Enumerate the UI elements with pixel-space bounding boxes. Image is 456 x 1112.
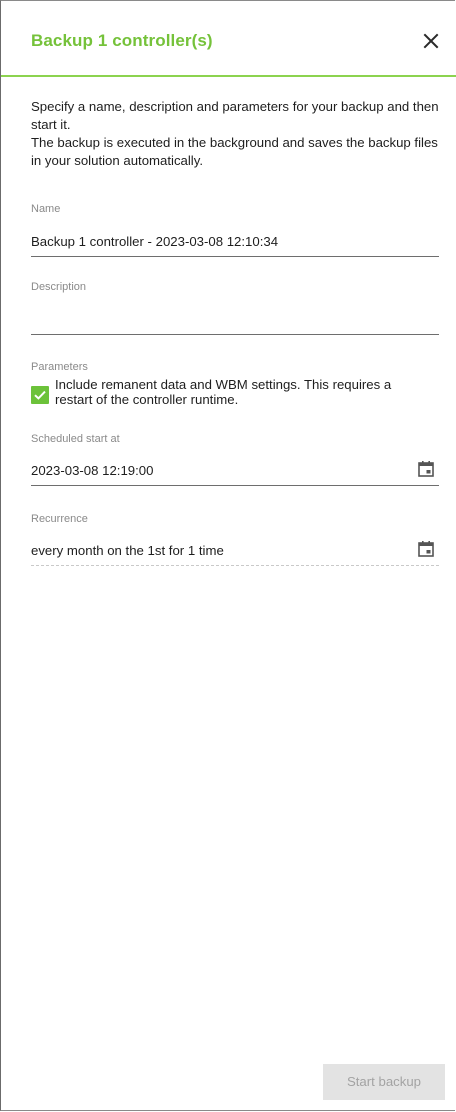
name-field[interactable]: Backup 1 controller - 2023-03-08 12:10:3… [31,227,439,257]
description-field[interactable] [31,305,439,335]
remanent-data-label: Include remanent data and WBM settings. … [55,377,392,407]
close-icon [423,33,439,49]
recurrence-field[interactable]: every month on the 1st for 1 time [31,536,439,566]
start-backup-button[interactable]: Start backup [323,1064,445,1100]
schedule-value: 2023-03-08 12:19:00 [31,463,154,478]
name-value: Backup 1 controller - 2023-03-08 12:10:3… [31,234,279,249]
description-label: Description [31,281,87,293]
calendar-icon[interactable] [417,540,435,558]
intro-line-2: The backup is executed in the background… [31,135,438,168]
checkmark-icon [34,390,46,400]
intro-line-1: Specify a name, description and paramete… [31,99,439,132]
parameters-label: Parameters [31,361,88,373]
backup-dialog: Backup 1 controller(s) Specify a name, d… [0,0,456,1111]
remanent-data-checkbox[interactable] [31,386,49,404]
dialog-header: Backup 1 controller(s) [1,1,456,77]
recurrence-value: every month on the 1st for 1 time [31,543,224,558]
close-button[interactable] [419,29,443,53]
recurrence-label: Recurrence [31,513,88,525]
dialog-title: Backup 1 controller(s) [31,31,213,50]
dialog-intro: Specify a name, description and paramete… [31,98,443,170]
schedule-label: Scheduled start at [31,433,120,445]
schedule-field[interactable]: 2023-03-08 12:19:00 [31,456,439,486]
name-label: Name [31,203,61,215]
calendar-icon[interactable] [417,460,435,478]
